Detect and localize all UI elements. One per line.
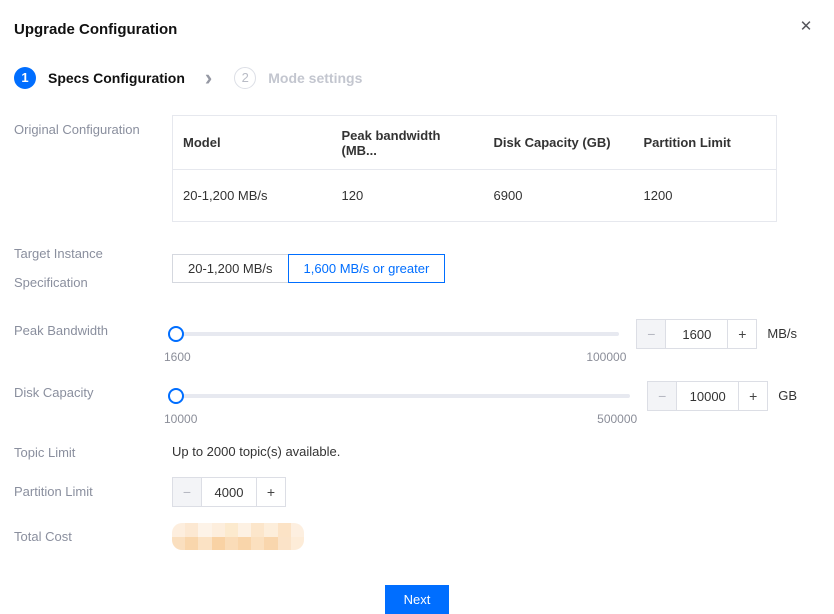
peak-bandwidth-label: Peak Bandwidth: [14, 319, 172, 365]
disk-capacity-row: Disk Capacity 10000 500000 − + GB: [0, 381, 834, 427]
cell-disk-capacity: 6900: [484, 170, 634, 222]
partition-limit-stepper: − +: [172, 477, 797, 507]
column-header-partition-limit: Partition Limit: [634, 116, 777, 170]
disk-capacity-slider-track[interactable]: [172, 394, 630, 398]
original-configuration-label: Original Configuration: [14, 115, 172, 222]
close-icon[interactable]: ✕: [797, 18, 815, 36]
step-1-label: Specs Configuration: [48, 70, 185, 86]
step-2-label: Mode settings: [268, 70, 362, 86]
disk-capacity-slider: 10000 500000: [172, 381, 630, 411]
disk-capacity-label: Disk Capacity: [14, 381, 172, 427]
original-configuration-row: Original Configuration Model Peak bandwi…: [0, 115, 834, 222]
peak-bandwidth-slider-handle[interactable]: [168, 326, 184, 342]
dialog-header: Upgrade Configuration ✕: [0, 0, 834, 38]
peak-bandwidth-stepper: − +: [636, 319, 757, 349]
partition-limit-plus-icon[interactable]: +: [256, 477, 286, 507]
peak-bandwidth-minus-icon[interactable]: −: [636, 319, 666, 349]
step-2-number-badge: 2: [234, 67, 256, 89]
disk-capacity-slider-min: 10000: [164, 412, 197, 426]
next-button[interactable]: Next: [385, 585, 449, 614]
target-instance-specification-label: Target Instance Specification: [14, 239, 172, 297]
peak-bandwidth-slider: 1600 100000: [172, 319, 619, 349]
disk-capacity-unit: GB: [778, 381, 797, 427]
topic-limit-label: Topic Limit: [14, 445, 172, 460]
disk-capacity-plus-icon[interactable]: +: [738, 381, 768, 411]
table-row: 20-1,200 MB/s 120 6900 1200: [173, 170, 777, 222]
original-configuration-table: Model Peak bandwidth (MB... Disk Capacit…: [172, 115, 777, 222]
topic-limit-text: Up to 2000 topic(s) available.: [172, 444, 340, 459]
peak-bandwidth-slider-max: 100000: [586, 350, 626, 364]
disk-capacity-stepper: − +: [647, 381, 768, 411]
peak-bandwidth-input[interactable]: [665, 319, 728, 349]
disk-capacity-minus-icon[interactable]: −: [647, 381, 677, 411]
total-cost-label: Total Cost: [14, 523, 172, 550]
cell-peak-bandwidth: 120: [332, 170, 484, 222]
dialog-title: Upgrade Configuration: [14, 21, 820, 38]
spec-option-group: 20-1,200 MB/s 1,600 MB/s or greater: [172, 254, 797, 283]
dialog-footer: Next: [0, 585, 834, 614]
peak-bandwidth-plus-icon[interactable]: +: [727, 319, 757, 349]
column-header-peak-bandwidth: Peak bandwidth (MB...: [332, 116, 484, 170]
cell-model: 20-1,200 MB/s: [173, 170, 332, 222]
step-1-number-badge: 1: [14, 67, 36, 89]
step-specs-configuration: 1 Specs Configuration: [14, 67, 185, 89]
table-header-row: Model Peak bandwidth (MB... Disk Capacit…: [173, 116, 777, 170]
column-header-disk-capacity: Disk Capacity (GB): [484, 116, 634, 170]
step-mode-settings: 2 Mode settings: [234, 67, 362, 89]
spec-option-20-1200[interactable]: 20-1,200 MB/s: [172, 254, 289, 283]
peak-bandwidth-row: Peak Bandwidth 1600 100000 − + MB/s: [0, 319, 834, 365]
disk-capacity-input[interactable]: [676, 381, 739, 411]
partition-limit-label: Partition Limit: [14, 477, 172, 507]
total-cost-row: Total Cost: [0, 523, 834, 550]
partition-limit-row: Partition Limit − +: [0, 477, 834, 507]
spec-option-1600-or-greater[interactable]: 1,600 MB/s or greater: [288, 254, 446, 283]
chevron-right-icon: ›: [205, 67, 212, 89]
column-header-model: Model: [173, 116, 332, 170]
cell-partition-limit: 1200: [634, 170, 777, 222]
target-instance-specification-row: Target Instance Specification 20-1,200 M…: [0, 239, 834, 297]
total-cost-redacted: [172, 523, 304, 550]
disk-capacity-slider-max: 500000: [597, 412, 637, 426]
topic-limit-row: Topic Limit Up to 2000 topic(s) availabl…: [0, 443, 834, 461]
partition-limit-minus-icon[interactable]: −: [172, 477, 202, 507]
partition-limit-input[interactable]: [201, 477, 257, 507]
peak-bandwidth-slider-min: 1600: [164, 350, 191, 364]
disk-capacity-slider-handle[interactable]: [168, 388, 184, 404]
wizard-steps: 1 Specs Configuration › 2 Mode settings: [0, 66, 834, 90]
peak-bandwidth-slider-track[interactable]: [172, 332, 619, 336]
peak-bandwidth-unit: MB/s: [767, 319, 797, 365]
